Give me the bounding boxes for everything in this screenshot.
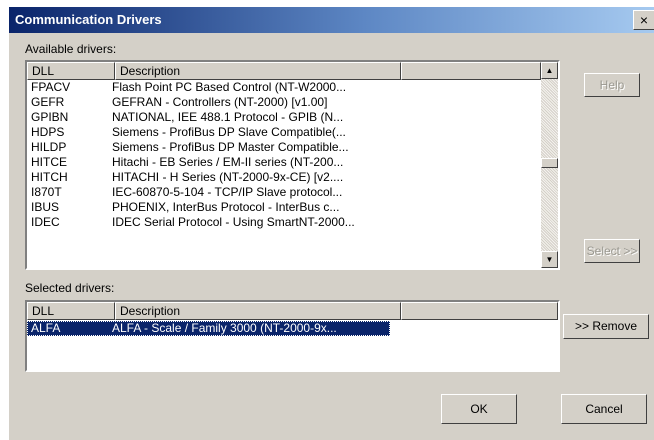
communication-drivers-dialog: Communication Drivers × Available driver…: [8, 6, 654, 440]
available-drivers-list[interactable]: DLL Description FPACV Flash Point PC Base…: [25, 60, 560, 270]
description-cell: PHOENIX, InterBus Protocol - InterBus c.…: [112, 200, 340, 214]
description-cell: Siemens - ProfiBus DP Slave Compatible(.…: [112, 125, 346, 139]
scroll-thumb[interactable]: [541, 158, 558, 168]
dll-cell: HDPS: [31, 125, 65, 139]
dialog-title: Communication Drivers: [15, 12, 162, 27]
description-cell: NATIONAL, IEE 488.1 Protocol - GPIB (N..…: [112, 110, 344, 124]
dll-cell: HITCH: [31, 170, 68, 184]
list-item[interactable]: HITCH HITACHI - H Series (NT-2000-9x-CE) …: [27, 170, 558, 185]
cancel-button[interactable]: Cancel: [561, 394, 647, 424]
list-item[interactable]: HITCE Hitachi - EB Series / EM-II series …: [27, 155, 558, 170]
description-cell: Flash Point PC Based Control (NT-W2000..…: [112, 80, 347, 94]
description-cell: IDEC Serial Protocol - Using SmartNT-200…: [112, 215, 355, 229]
list-item[interactable]: GPIBN NATIONAL, IEE 488.1 Protocol - GPIB…: [27, 110, 558, 125]
help-button[interactable]: Help: [584, 73, 640, 97]
available-scrollbar[interactable]: ▲ ▼: [541, 62, 558, 268]
selected-drivers-label: Selected drivers:: [25, 281, 115, 295]
column-header-spacer: [401, 62, 541, 80]
description-cell: ALFA - Scale / Family 3000 (NT-2000-9x..…: [112, 321, 337, 335]
dll-cell: HITCE: [31, 155, 67, 169]
list-item[interactable]: I870T IEC-60870-5-104 - TCP/IP Slave prot…: [27, 185, 558, 200]
list-item[interactable]: IBUS PHOENIX, InterBus Protocol - InterBu…: [27, 200, 558, 215]
scroll-down-arrow-icon[interactable]: ▼: [541, 251, 558, 268]
description-cell: GEFRAN - Controllers (NT-2000) [v1.00]: [112, 95, 328, 109]
close-button[interactable]: ×: [633, 10, 654, 30]
dll-cell: I870T: [31, 185, 62, 199]
dll-cell: ALFA: [31, 321, 61, 335]
dll-cell: FPACV: [31, 80, 71, 94]
list-item[interactable]: IDEC IDEC Serial Protocol - Using SmartNT…: [27, 215, 558, 230]
dll-cell: HILDP: [31, 140, 67, 154]
dll-cell: GEFR: [31, 95, 65, 109]
column-header-description[interactable]: Description: [115, 62, 401, 80]
dll-cell: GPIBN: [31, 110, 69, 124]
list-item[interactable]: HILDP Siemens - ProfiBus DP Master Compat…: [27, 140, 558, 155]
description-cell: HITACHI - H Series (NT-2000-9x-CE) [v2..…: [112, 170, 344, 184]
column-header-description[interactable]: Description: [115, 302, 401, 320]
selected-drivers-list[interactable]: DLL Description ALFA ALFA - Scale / Famil…: [25, 300, 560, 372]
dll-cell: IBUS: [31, 200, 60, 214]
ok-button[interactable]: OK: [441, 394, 517, 424]
column-header-dll[interactable]: DLL: [27, 302, 115, 320]
description-cell: Siemens - ProfiBus DP Master Compatible.…: [112, 140, 349, 154]
available-drivers-label: Available drivers:: [25, 42, 117, 56]
scroll-up-arrow-icon[interactable]: ▲: [541, 62, 558, 79]
list-item[interactable]: FPACV Flash Point PC Based Control (NT-W2…: [27, 80, 558, 95]
select-button[interactable]: Select >>: [584, 239, 640, 263]
description-cell: IEC-60870-5-104 - TCP/IP Slave protocol.…: [112, 185, 343, 199]
column-header-dll[interactable]: DLL: [27, 62, 115, 80]
column-header-spacer: [401, 302, 558, 320]
list-item[interactable]: GEFR GEFRAN - Controllers (NT-2000) [v1.0…: [27, 95, 558, 110]
list-item[interactable]: ALFA ALFA - Scale / Family 3000 (NT-2000-…: [27, 321, 558, 336]
title-bar[interactable]: Communication Drivers ×: [9, 7, 654, 33]
list-item[interactable]: HDPS Siemens - ProfiBus DP Slave Compatib…: [27, 125, 558, 140]
dll-cell: IDEC: [31, 215, 60, 229]
description-cell: Hitachi - EB Series / EM-II series (NT-2…: [112, 155, 344, 169]
remove-button[interactable]: >> Remove: [563, 314, 649, 339]
